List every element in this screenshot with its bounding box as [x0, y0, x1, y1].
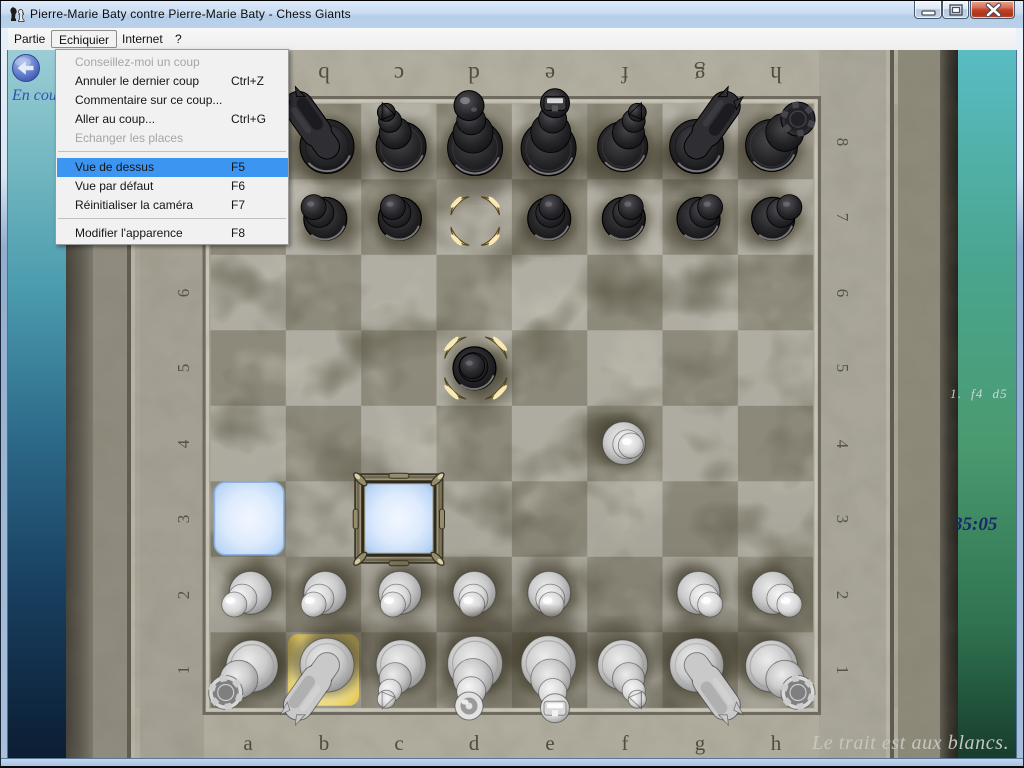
svg-text:5: 5 [833, 364, 852, 373]
svg-text:2: 2 [833, 591, 852, 600]
svg-text:b: b [319, 731, 330, 755]
svg-text:Le trait est aux blancs.: Le trait est aux blancs. [811, 732, 1009, 754]
svg-text:e: e [545, 62, 555, 87]
svg-text:4: 4 [833, 440, 852, 449]
svg-text:7: 7 [833, 213, 852, 222]
svg-text:d: d [468, 62, 480, 87]
svg-text:5: 5 [174, 364, 193, 373]
svg-text:g: g [694, 62, 706, 87]
svg-text:f: f [621, 62, 629, 87]
svg-text:f: f [622, 731, 629, 755]
svg-text:a: a [243, 731, 253, 755]
svg-text:1. f4 d5: 1. f4 d5 [950, 386, 1008, 401]
svg-text:2: 2 [174, 591, 193, 600]
svg-text:c: c [394, 62, 404, 87]
svg-text:1: 1 [833, 666, 852, 675]
svg-text:3: 3 [174, 515, 193, 524]
svg-text:1: 1 [174, 666, 193, 675]
svg-text:6: 6 [833, 289, 852, 298]
svg-text:8: 8 [833, 138, 852, 147]
svg-text:35:05: 35:05 [952, 514, 998, 535]
svg-text:b: b [318, 62, 330, 87]
svg-text:c: c [394, 731, 403, 755]
svg-text:3: 3 [833, 515, 852, 524]
svg-text:d: d [469, 731, 480, 755]
svg-text:g: g [695, 731, 706, 755]
svg-text:e: e [545, 731, 554, 755]
svg-text:h: h [771, 731, 782, 755]
svg-text:6: 6 [174, 289, 193, 298]
svg-text:h: h [770, 62, 782, 87]
svg-text:4: 4 [174, 439, 193, 448]
